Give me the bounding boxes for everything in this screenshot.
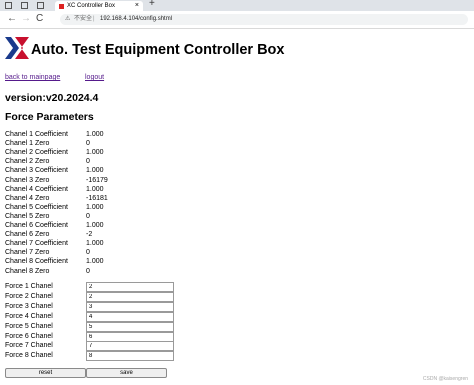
param-label: Chanel 8 Zero	[5, 267, 50, 275]
forward-arrow-icon[interactable]: →	[21, 13, 31, 25]
save-button[interactable]: save	[86, 368, 167, 378]
param-value: 1.000	[86, 149, 104, 157]
param-label: Chanel 7 Coefficient	[5, 240, 68, 248]
param-label: Chanel 1 Zero	[5, 140, 50, 148]
param-label: Chanel 6 Coefficient	[5, 222, 68, 229]
param-value: 1.000	[86, 203, 104, 211]
param-value: 0	[86, 158, 90, 166]
back-to-mainpage-link[interactable]: back to mainpage	[5, 74, 60, 81]
param-value: 0	[86, 140, 90, 148]
param-label: Chanel 5 Coefficient	[5, 203, 68, 211]
browser-tab-bar: XC Controller Box × +	[0, 0, 474, 11]
reload-icon[interactable]: C	[36, 13, 43, 25]
param-label: Chanel 1 Coefficient	[5, 131, 68, 138]
param-value: 1.000	[86, 185, 104, 193]
param-label: Chanel 4 Zero	[5, 194, 50, 202]
tab-groups-icon[interactable]	[21, 2, 28, 9]
tab-search-icon[interactable]	[37, 2, 44, 9]
new-tab-button[interactable]: +	[149, 0, 155, 9]
page-title: Auto. Test Equipment Controller Box	[31, 42, 285, 58]
url-separator: |	[93, 16, 95, 22]
param-value: 0	[86, 267, 90, 275]
force-channel-input[interactable]	[86, 351, 174, 362]
param-label: Chanel 7 Zero	[5, 249, 50, 257]
param-label: Chanel 3 Zero	[5, 176, 50, 184]
param-value: 0	[86, 249, 90, 257]
param-label: Chanel 2 Coefficient	[5, 149, 68, 157]
force-channel-input[interactable]	[86, 301, 174, 312]
tab-title: XC Controller Box	[67, 3, 116, 9]
param-value: 0	[86, 212, 90, 220]
tab-active[interactable]: XC Controller Box ×	[55, 1, 143, 11]
browser-toolbar: ← → C ⚠ 不安全 | 192.168.4.104/config.shtml	[0, 11, 474, 29]
force-channel-input[interactable]	[86, 321, 174, 332]
param-label: Chanel 3 Coefficient	[5, 167, 68, 175]
param-value: -2	[86, 231, 93, 239]
back-arrow-icon[interactable]: ←	[7, 13, 17, 25]
version-heading: version:v20.2024.4	[5, 92, 99, 104]
force-label: Force 8 Chanel	[5, 352, 53, 360]
force-label: Force 7 Chanel	[5, 342, 53, 350]
param-label: Chanel 8 Coefficient	[5, 258, 68, 266]
company-logo-icon	[5, 37, 29, 59]
reset-button[interactable]: reset	[5, 368, 86, 378]
param-label: Chanel 5 Zero	[5, 212, 50, 220]
not-secure-warning-icon[interactable]: ⚠	[65, 14, 70, 25]
url-text[interactable]: 192.168.4.104/config.shtml	[100, 14, 172, 25]
page-content: Auto. Test Equipment Controller Box back…	[0, 29, 474, 385]
force-label: Force 6 Chanel	[5, 332, 53, 340]
param-value: -16181	[86, 194, 108, 202]
force-channel-input[interactable]	[86, 282, 174, 292]
section-title: Force Parameters	[5, 111, 94, 123]
tab-close-icon[interactable]: ×	[135, 1, 139, 11]
window-menu-icon[interactable]	[5, 2, 12, 9]
force-label: Force 5 Chanel	[5, 322, 53, 330]
force-channel-input[interactable]	[86, 341, 174, 352]
force-label: Force 1 Chanel	[5, 283, 53, 290]
param-label: Chanel 2 Zero	[5, 158, 50, 166]
force-label: Force 4 Chanel	[5, 312, 53, 320]
param-value: 1.000	[86, 222, 104, 229]
force-channel-input[interactable]	[86, 291, 174, 302]
param-label: Chanel 6 Zero	[5, 231, 50, 239]
param-label: Chanel 4 Coefficient	[5, 185, 68, 193]
param-value: -16179	[86, 176, 108, 184]
force-channel-input[interactable]	[86, 311, 174, 322]
param-value: 1.000	[86, 258, 104, 266]
force-label: Force 2 Chanel	[5, 292, 53, 300]
param-value: 1.000	[86, 240, 104, 248]
param-value: 1.000	[86, 131, 104, 138]
address-bar[interactable]: ⚠ 不安全 | 192.168.4.104/config.shtml	[60, 14, 468, 25]
force-channel-input[interactable]	[86, 331, 174, 342]
watermark: CSDN @kaisengren	[422, 376, 468, 382]
logout-link[interactable]: logout	[85, 74, 104, 81]
param-value: 1.000	[86, 167, 104, 175]
force-label: Force 3 Chanel	[5, 302, 53, 310]
insecure-label: 不安全	[74, 16, 93, 22]
site-favicon-icon	[59, 4, 64, 9]
